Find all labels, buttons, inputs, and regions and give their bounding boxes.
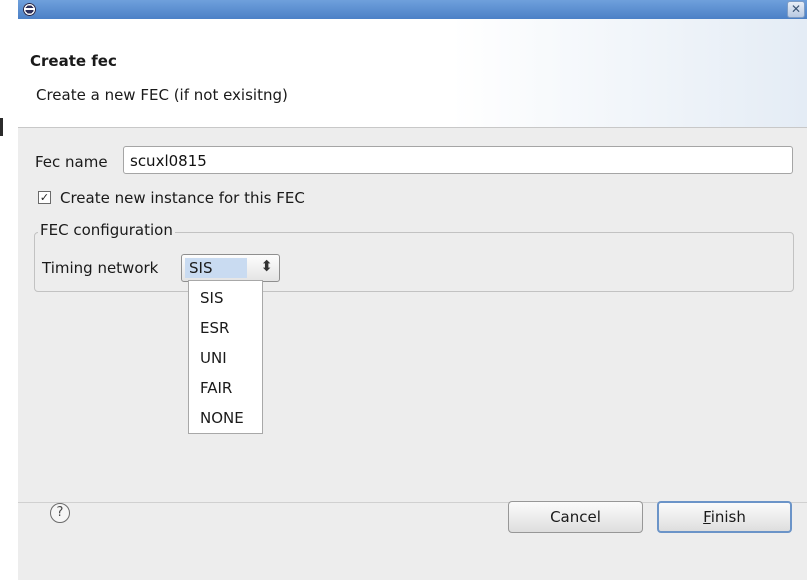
dropdown-option-fair[interactable]: FAIR <box>189 373 262 403</box>
finish-label-rest: inish <box>710 508 746 526</box>
timing-network-selected-value: SIS <box>185 258 247 278</box>
finish-mnemonic: F <box>703 508 711 526</box>
titlebar[interactable]: ✕ <box>18 0 807 19</box>
cancel-button[interactable]: Cancel <box>508 501 643 533</box>
dropdown-option-esr[interactable]: ESR <box>189 313 262 343</box>
dropdown-option-uni[interactable]: UNI <box>189 343 262 373</box>
close-button[interactable]: ✕ <box>787 1 805 18</box>
create-instance-label[interactable]: Create new instance for this FEC <box>60 189 305 207</box>
finish-button[interactable]: Finish <box>657 501 792 533</box>
fec-configuration-legend: FEC configuration <box>38 221 175 239</box>
fec-name-label: Fec name <box>35 153 108 171</box>
create-fec-dialog: ✕ Create fec Create a new FEC (if not ex… <box>18 0 807 580</box>
timing-network-dropdown: SIS ESR UNI FAIR NONE <box>188 280 263 434</box>
updown-arrows-icon: ⬍ <box>260 257 273 275</box>
wizard-header: Create fec Create a new FEC (if not exis… <box>18 19 807 128</box>
page-title: Create fec <box>30 52 117 70</box>
eclipse-icon <box>23 3 36 16</box>
fec-name-input[interactable]: scuxl0815 <box>123 146 793 174</box>
timing-network-select[interactable]: SIS ⬍ <box>181 254 280 282</box>
dropdown-option-sis[interactable]: SIS <box>189 283 262 313</box>
timing-network-label: Timing network <box>42 259 159 277</box>
background-window-edge <box>0 118 3 136</box>
create-instance-checkbox[interactable]: ✓ <box>38 191 51 204</box>
dropdown-option-none[interactable]: NONE <box>189 403 262 433</box>
page-description: Create a new FEC (if not exisitng) <box>36 86 288 104</box>
help-icon[interactable]: ? <box>50 503 70 523</box>
